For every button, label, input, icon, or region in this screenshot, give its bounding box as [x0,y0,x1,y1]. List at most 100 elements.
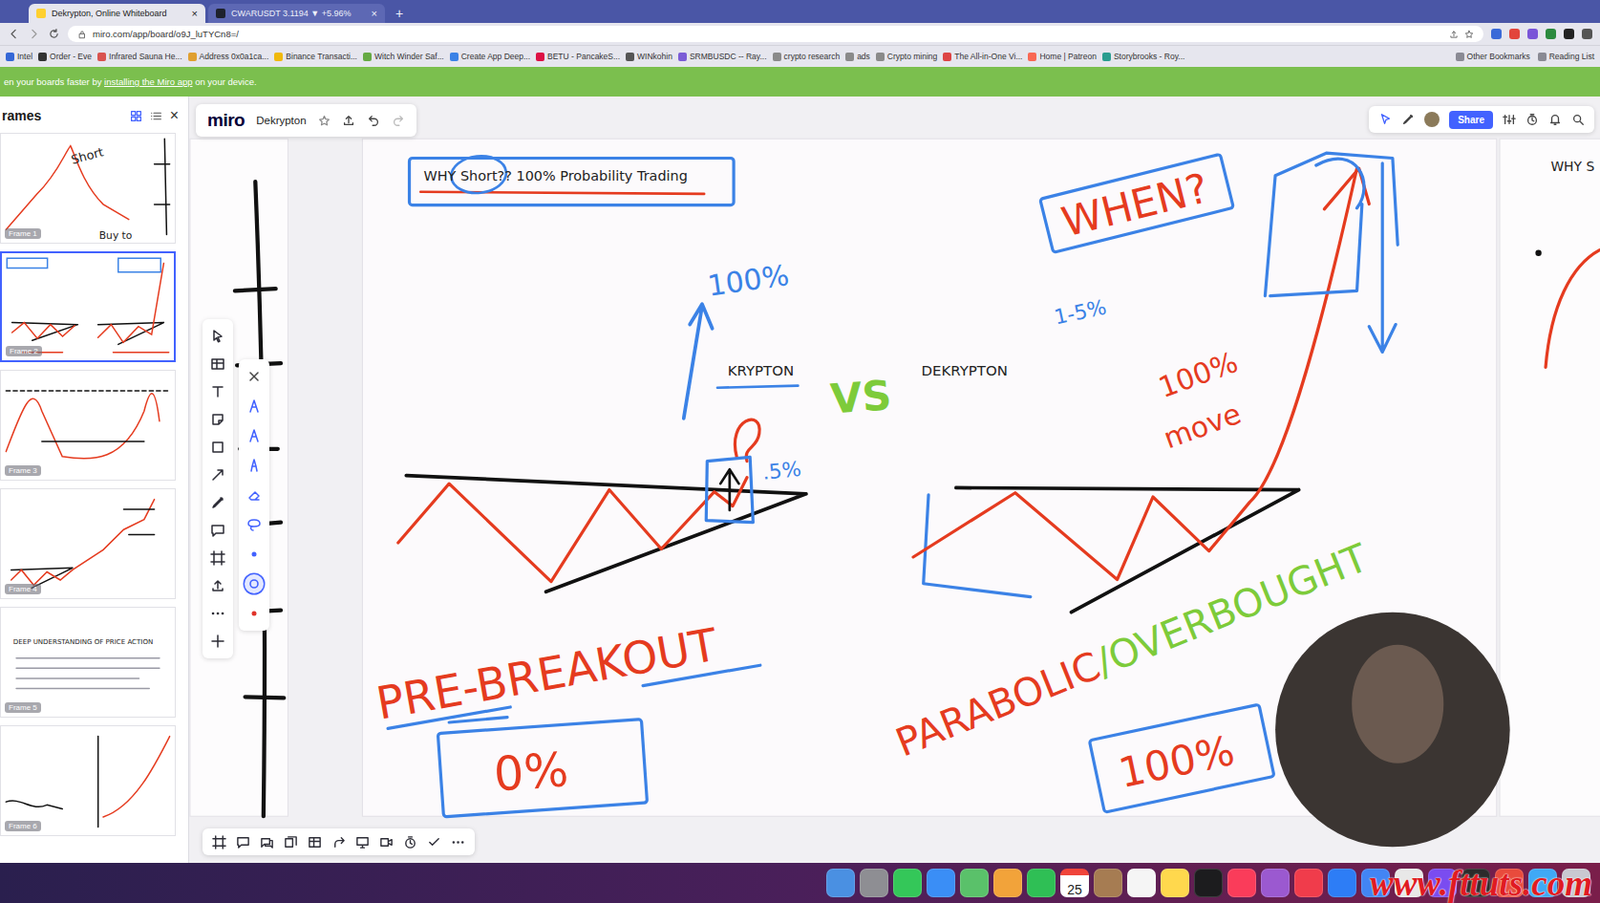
bookmark-item[interactable]: BETU - PancakeS... [535,51,620,62]
bookmark-star-icon[interactable] [1464,29,1474,40]
share-page-icon[interactable] [1449,29,1459,40]
share-button[interactable]: Share [1449,110,1494,129]
video-icon[interactable] [379,834,394,850]
calendar-app-icon[interactable]: 25 [1060,868,1089,897]
new-tab-button[interactable]: + [387,5,411,23]
export-icon[interactable] [341,113,356,128]
pen-option[interactable] [244,455,264,475]
reload-icon[interactable] [47,27,61,41]
frame-thumbnail[interactable]: Frame 2 [0,251,176,363]
cursor-icon[interactable] [1378,112,1392,127]
pen-option[interactable] [244,544,264,564]
tab-close-button[interactable]: × [371,7,378,20]
vote-icon[interactable] [426,834,442,850]
chat-icon[interactable] [259,834,275,850]
board-name[interactable]: Dekrypton [256,114,306,127]
frame-thumbnail[interactable]: Frame 4 [0,488,176,599]
cards-icon[interactable] [283,834,299,850]
tool-button[interactable] [208,603,228,623]
bookmark-item[interactable]: crypto research [772,51,841,62]
bookmark-folder[interactable]: Reading List [1537,51,1595,62]
more-icon[interactable] [450,834,466,850]
dock-app-icon[interactable] [893,868,922,897]
bookmark-item[interactable]: Order - Eve [38,51,92,62]
tool-button[interactable] [208,354,228,374]
bookmark-item[interactable]: Crypto mining [875,51,938,62]
bookmark-item[interactable]: Home | Patreon [1027,51,1096,62]
bookmark-item[interactable]: Binance Transacti... [274,51,358,62]
extension-icon[interactable] [1491,28,1502,40]
bookmark-item[interactable]: Intel [5,51,33,62]
pen-option[interactable] [244,574,264,594]
frame-thumbnail[interactable]: ShortBuy toFrame 1 [0,132,176,244]
extension-icon[interactable] [1563,28,1575,40]
tool-button[interactable] [208,437,228,457]
dock-app-icon[interactable] [826,868,855,897]
bookmark-folder[interactable]: Other Bookmarks [1455,51,1531,62]
extension-icon[interactable] [1581,28,1593,40]
pen-option[interactable] [244,603,264,623]
dock-app-icon[interactable] [1294,868,1323,897]
tool-button[interactable] [208,576,228,596]
undo-icon[interactable] [366,113,381,128]
tab-close-button[interactable]: × [192,7,198,20]
browser-tab[interactable]: CWARUSDT 3.1194 ▼ +5.96%× [208,3,385,23]
comment-icon[interactable] [235,834,251,850]
bookmark-item[interactable]: Witch Winder Saf... [362,51,445,62]
bookmark-item[interactable]: Create App Deep... [449,51,531,62]
dock-app-icon[interactable] [1227,868,1257,897]
redo-icon[interactable] [391,113,406,128]
tool-button[interactable] [208,409,228,429]
bookmark-item[interactable]: Infrared Sauna He... [97,51,183,62]
bookmark-item[interactable]: SRMBUSDC -- Ray... [678,51,768,62]
celebrate-icon[interactable] [1401,112,1415,127]
pen-option[interactable] [244,426,264,446]
activity-icon[interactable] [1525,112,1539,127]
tool-button[interactable] [208,465,228,485]
bookmark-item[interactable]: WINkohin [625,51,673,62]
close-panel-button[interactable]: × [170,106,179,125]
tool-button[interactable] [208,631,228,651]
dock-app-icon[interactable] [1026,868,1056,897]
frame-thumbnail[interactable]: DEEP UNDERSTANDING OF PRICE ACTIONFrame … [0,606,176,718]
bell-icon[interactable] [1548,112,1562,127]
dock-app-icon[interactable] [993,868,1023,897]
dock-app-icon[interactable] [1160,868,1190,897]
dock-app-icon[interactable] [1260,868,1290,897]
dock-app-icon[interactable] [926,868,956,897]
tool-button[interactable] [208,548,228,568]
frame-thumbnail[interactable]: Frame 6 [0,725,176,836]
extension-icon[interactable] [1545,28,1557,40]
frame-icon[interactable] [212,834,227,850]
dock-app-icon[interactable] [960,868,989,897]
bookmark-item[interactable]: Storybrooks - Roy... [1102,51,1185,62]
bookmark-item[interactable]: ads [845,51,871,62]
dock-app-icon[interactable] [1093,868,1123,897]
url-field[interactable]: miro.com/app/board/o9J_luTYCn8=/ [67,25,1484,43]
pen-option[interactable] [244,514,264,534]
bookmark-item[interactable]: Address 0x0a1ca... [188,51,270,62]
share-icon[interactable] [331,834,346,850]
extension-icon[interactable] [1509,28,1520,40]
search-icon[interactable] [1571,112,1585,127]
frame-thumbnail[interactable]: Frame 3 [0,369,176,481]
dock-app-icon[interactable] [1194,868,1223,897]
table-icon[interactable] [307,834,322,850]
board-canvas[interactable]: miroDekryptonShare [189,96,1600,863]
pen-option[interactable] [244,396,264,416]
grid-view-icon[interactable] [129,109,143,123]
dock-app-icon[interactable] [1127,868,1156,897]
tool-button[interactable] [208,382,228,402]
back-icon[interactable] [7,27,21,41]
tool-button[interactable] [208,520,228,540]
avatar-icon[interactable] [1424,111,1440,128]
browser-tab[interactable]: Dekrypton, Online Whiteboard× [28,3,206,23]
timer-icon[interactable] [403,834,418,850]
tool-button[interactable] [208,326,228,346]
extension-icon[interactable] [1527,28,1538,40]
dock-app-icon[interactable] [859,868,889,897]
install-link[interactable]: installing the Miro app [104,76,192,87]
favorite-star-icon[interactable] [318,114,331,128]
list-view-icon[interactable] [149,109,163,123]
pen-option[interactable] [244,366,264,386]
